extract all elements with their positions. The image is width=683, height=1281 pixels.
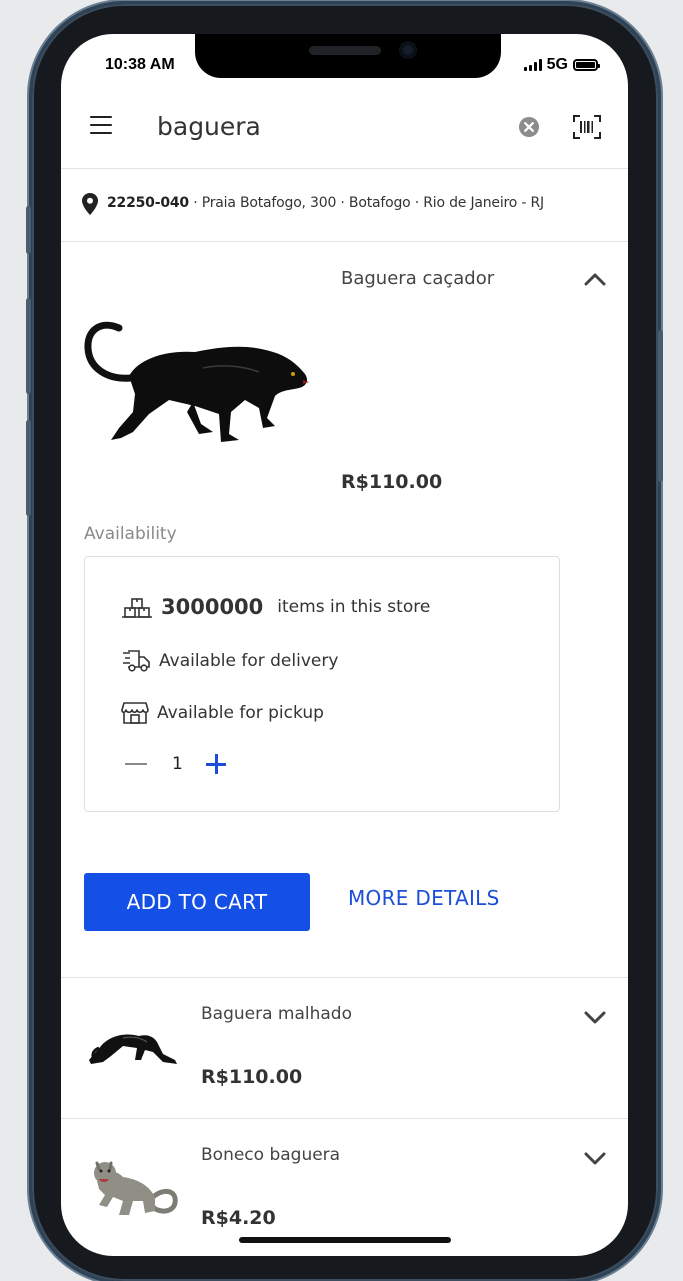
product-title: Baguera caçador [341,268,495,289]
availability-card: 3000000 items in this store Available fo… [84,556,560,812]
product-thumbnail-panther [89,1034,177,1064]
list-item-title: Boneco baguera [201,1145,341,1165]
list-item[interactable]: Baguera malhado R$110.00 [61,978,628,1118]
power-button [658,330,663,482]
stock-count: 3000000 [161,595,264,619]
signal-icon [523,59,542,71]
clear-search-icon[interactable] [519,117,539,137]
warehouse-boxes-icon [122,598,152,618]
decrease-quantity-button[interactable] [125,763,147,765]
stock-suffix: items in this store [277,597,431,617]
quantity-stepper: 1 [125,753,227,775]
address-detail: · Praia Botafogo, 300 · Botafogo · Rio d… [193,195,544,211]
add-to-cart-button[interactable]: ADD TO CART [84,873,310,931]
home-indicator[interactable] [239,1237,451,1243]
delivery-text: Available for delivery [159,651,339,671]
delivery-truck-icon [123,650,150,672]
notch [195,34,501,78]
battery-icon [573,59,600,71]
store-pickup-icon [121,702,149,724]
address-text: 22250-040 · Praia Botafogo, 300 · Botafo… [107,195,544,211]
availability-label: Availability [84,524,177,544]
delivery-address-bar[interactable]: 22250-040 · Praia Botafogo, 300 · Botafo… [61,168,628,242]
pickup-row: Available for pickup [121,701,324,725]
chevron-down-icon[interactable] [584,1151,606,1165]
speaker [309,46,381,55]
mute-switch [26,206,31,254]
list-item-title: Baguera malhado [201,1004,352,1024]
list-item-price: R$4.20 [201,1207,276,1229]
status-time: 10:38 AM [105,56,175,73]
search-input[interactable] [157,108,487,144]
network-label: 5G [546,56,568,73]
status-indicators: 5G [523,56,600,74]
product-price: R$110.00 [341,471,443,493]
product-thumbnail-toy-panther [94,1161,178,1215]
camera [399,41,417,59]
stock-row: 3000000 items in this store [121,595,430,619]
pickup-text: Available for pickup [157,703,324,723]
chevron-up-icon[interactable] [584,272,606,286]
product-image-panther [84,321,309,442]
quantity-value: 1 [172,754,183,774]
search-bar [61,86,628,169]
list-item[interactable]: Boneco baguera R$4.20 [61,1119,628,1256]
location-pin-icon [82,193,98,215]
phone-screen: 10:38 AM 5G baguera 22250-040 · Praia Bo… [61,34,628,1256]
barcode-scanner-icon[interactable] [573,115,601,139]
address-cep: 22250-040 [107,195,189,211]
more-details-link[interactable]: MORE DETAILS [348,886,500,910]
hamburger-menu-icon[interactable] [90,116,112,134]
chevron-down-icon[interactable] [584,1010,606,1024]
volume-up-button [26,298,31,394]
delivery-row: Available for delivery [121,649,338,673]
increase-quantity-button[interactable] [205,753,227,775]
list-item-price: R$110.00 [201,1066,303,1088]
volume-down-button [26,420,31,516]
